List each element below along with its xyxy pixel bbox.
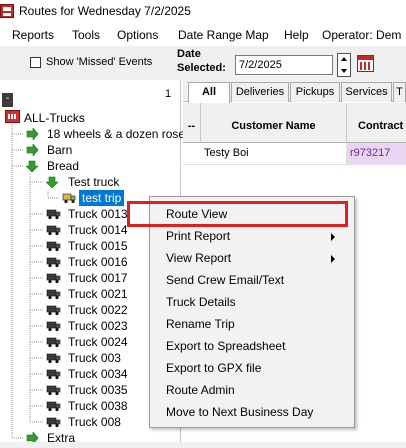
tree-item-label: Truck 0013 xyxy=(68,207,128,221)
date-input[interactable]: 7/2/2025 xyxy=(235,55,333,75)
menu-route-admin[interactable]: Route Admin xyxy=(166,383,235,397)
green-arrow-down-icon xyxy=(46,176,59,188)
tree-item-label: Truck 0023 xyxy=(68,319,128,333)
tree-root-label: ALL-Trucks xyxy=(24,111,85,125)
truck-icon xyxy=(46,289,61,300)
submenu-arrow-icon xyxy=(331,233,335,241)
menu-help[interactable]: Help xyxy=(284,28,309,42)
truck-icon xyxy=(46,353,61,364)
spin-down-icon[interactable] xyxy=(341,69,347,73)
tree-item-label: Barn xyxy=(47,143,73,157)
grid-header: -- Customer Name Contract xyxy=(183,103,406,143)
menu-rename-trip[interactable]: Rename Trip xyxy=(166,317,235,331)
trip-truck-icon xyxy=(62,193,76,204)
bottom-scroll-strip xyxy=(0,442,406,448)
tree-item-label: Truck 0024 xyxy=(68,335,128,349)
tree-item-label: Truck 0034 xyxy=(68,367,128,381)
grid-header-contract[interactable]: Contract xyxy=(347,103,406,143)
tree-item-label: Test truck xyxy=(68,175,120,189)
truck-icon xyxy=(46,225,61,236)
truck-icon xyxy=(46,321,61,332)
tab-pickups[interactable]: Pickups xyxy=(290,82,340,102)
tree-item-label: Truck 0035 xyxy=(68,383,128,397)
tree-item-label: Truck 0014 xyxy=(68,223,128,237)
truck-icon xyxy=(46,417,61,428)
date-spinner[interactable] xyxy=(337,53,351,77)
date-label-line1: Date xyxy=(177,48,201,60)
tab-services[interactable]: Services xyxy=(341,82,392,102)
menu-date-range-map[interactable]: Date Range Map xyxy=(178,28,269,42)
tab-all[interactable]: All xyxy=(188,82,230,103)
truck-icon xyxy=(46,369,61,380)
menu-print-report[interactable]: Print Report xyxy=(166,229,230,243)
green-arrow-icon xyxy=(26,144,39,156)
truck-icon xyxy=(46,401,61,412)
tree-item-label: Truck 003 xyxy=(68,351,121,365)
date-selected-label: Date Selected: xyxy=(177,47,226,75)
menu-export-spreadsheet[interactable]: Export to Spreadsheet xyxy=(166,339,285,353)
green-arrow-down-icon xyxy=(26,160,39,172)
all-trucks-icon xyxy=(5,110,20,123)
truck-icon xyxy=(46,305,61,316)
tree-item-label: Truck 0016 xyxy=(68,255,128,269)
menu-export-gpx[interactable]: Export to GPX file xyxy=(166,361,261,375)
menu-move-next-business-day[interactable]: Move to Next Business Day xyxy=(166,405,313,419)
menu-truck-details[interactable]: Truck Details xyxy=(166,295,236,309)
green-arrow-icon xyxy=(26,128,39,140)
table-row[interactable]: Testy Boi r973217 xyxy=(183,143,406,165)
tree-item-label: test trip xyxy=(79,190,125,206)
tree-item-label: Bread xyxy=(47,159,80,173)
date-label-line2: Selected: xyxy=(177,62,226,74)
submenu-arrow-icon xyxy=(331,255,335,263)
tree-item-label: 18 wheels & a dozen rose xyxy=(47,127,186,141)
tree-item-label: Truck 0015 xyxy=(68,239,128,253)
truck-icon xyxy=(46,385,61,396)
contract-cell: r973217 xyxy=(347,143,406,165)
truck-icon xyxy=(46,241,61,252)
tree-item-label: Truck 0022 xyxy=(68,303,128,317)
route-view-highlight-box xyxy=(127,201,348,227)
customer-name-cell: Testy Boi xyxy=(201,143,347,165)
grid-header-customer-name[interactable]: Customer Name xyxy=(201,103,347,143)
tab-truncated[interactable]: T xyxy=(393,82,406,102)
tree-item-label: Truck 0038 xyxy=(68,399,128,413)
tree-item-label: Truck 0021 xyxy=(68,287,128,301)
menu-view-report[interactable]: View Report xyxy=(166,251,231,265)
tab-deliveries[interactable]: Deliveries xyxy=(231,82,289,102)
truck-icon xyxy=(46,257,61,268)
spin-up-icon[interactable] xyxy=(341,57,347,61)
truck-icon xyxy=(46,337,61,348)
tree-item-18-wheels[interactable]: 18 wheels & a dozen rose xyxy=(26,126,185,142)
calendar-icon[interactable] xyxy=(357,55,374,72)
truck-icon xyxy=(46,273,61,284)
grid-header-marker[interactable]: -- xyxy=(183,103,201,143)
tree-item-label: Truck 008 xyxy=(68,415,121,429)
truck-icon xyxy=(46,209,61,220)
tree-item-label: Truck 0017 xyxy=(68,271,128,285)
menu-send-crew-email[interactable]: Send Crew Email/Text xyxy=(166,273,284,287)
menu-operator[interactable]: Operator: Dem xyxy=(322,28,401,42)
